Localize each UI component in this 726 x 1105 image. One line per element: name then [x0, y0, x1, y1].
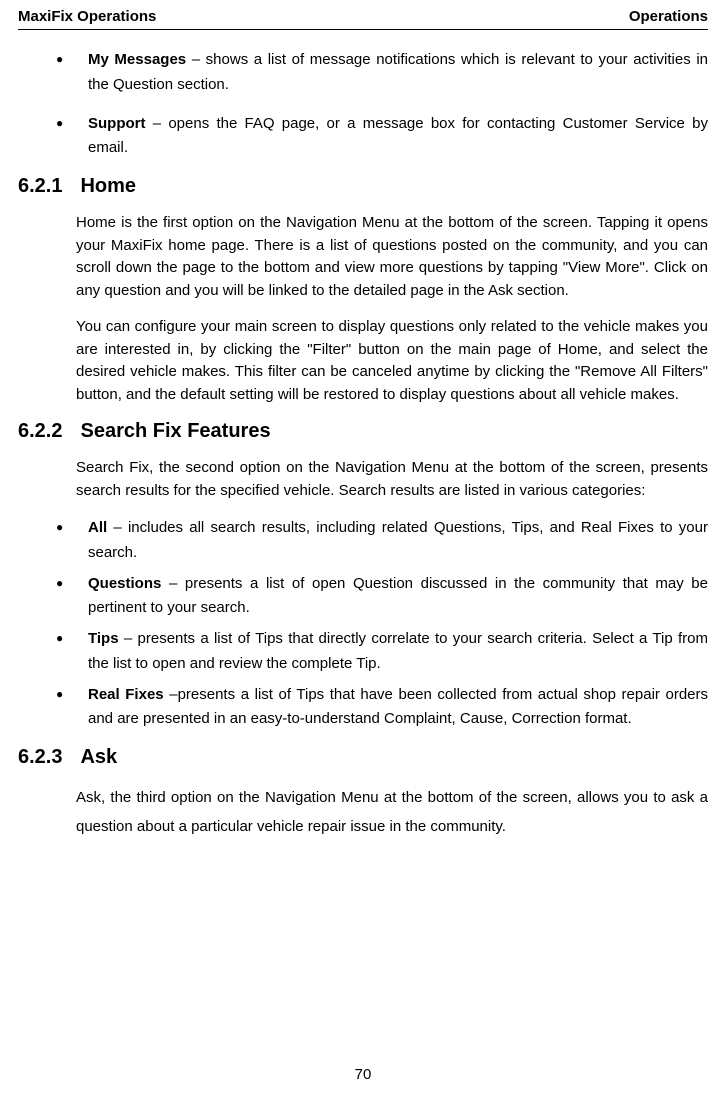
section-heading-ask: 6.2.3 Ask — [18, 746, 708, 769]
list-item: Support – opens the FAQ page, or a messa… — [88, 112, 708, 162]
body-paragraph: Home is the first option on the Navigati… — [18, 212, 708, 302]
body-paragraph: You can configure your main screen to di… — [18, 316, 708, 406]
section-title: Home — [80, 175, 136, 198]
list-item: Real Fixes –presents a list of Tips that… — [88, 683, 708, 733]
bullet-text: – opens the FAQ page, or a message box f… — [88, 115, 708, 157]
bullet-term: All — [88, 519, 107, 536]
page-number: 70 — [0, 1066, 726, 1083]
bullet-term: My Messages — [88, 51, 186, 68]
page-header: MaxiFix Operations Operations — [18, 8, 708, 30]
section-title: Search Fix Features — [80, 420, 270, 443]
bullet-term: Real Fixes — [88, 686, 164, 703]
list-item: All – includes all search results, inclu… — [88, 516, 708, 566]
body-paragraph: Ask, the third option on the Navigation … — [18, 783, 708, 842]
body-paragraph: Search Fix, the second option on the Nav… — [18, 457, 708, 502]
section-number: 6.2.3 — [18, 746, 62, 769]
list-item: Tips – presents a list of Tips that dire… — [88, 627, 708, 677]
bullet-text: – presents a list of open Question discu… — [88, 575, 708, 617]
list-item: My Messages – shows a list of message no… — [88, 48, 708, 98]
section-heading-home: 6.2.1 Home — [18, 175, 708, 198]
header-right: Operations — [629, 8, 708, 25]
bullet-text: – presents a list of Tips that directly … — [88, 630, 708, 672]
bullet-text: – includes all search results, including… — [88, 519, 708, 561]
top-bullet-list: My Messages – shows a list of message no… — [18, 48, 708, 161]
bullet-term: Tips — [88, 630, 119, 647]
section-heading-search: 6.2.2 Search Fix Features — [18, 420, 708, 443]
section-number: 6.2.2 — [18, 420, 62, 443]
section-title: Ask — [80, 746, 117, 769]
header-left: MaxiFix Operations — [18, 8, 156, 25]
bullet-term: Support — [88, 115, 146, 132]
list-item: Questions – presents a list of open Ques… — [88, 572, 708, 622]
page-content: My Messages – shows a list of message no… — [18, 30, 708, 842]
search-bullet-list: All – includes all search results, inclu… — [18, 516, 708, 732]
bullet-text: –presents a list of Tips that have been … — [88, 686, 708, 728]
bullet-term: Questions — [88, 575, 161, 592]
section-number: 6.2.1 — [18, 175, 62, 198]
